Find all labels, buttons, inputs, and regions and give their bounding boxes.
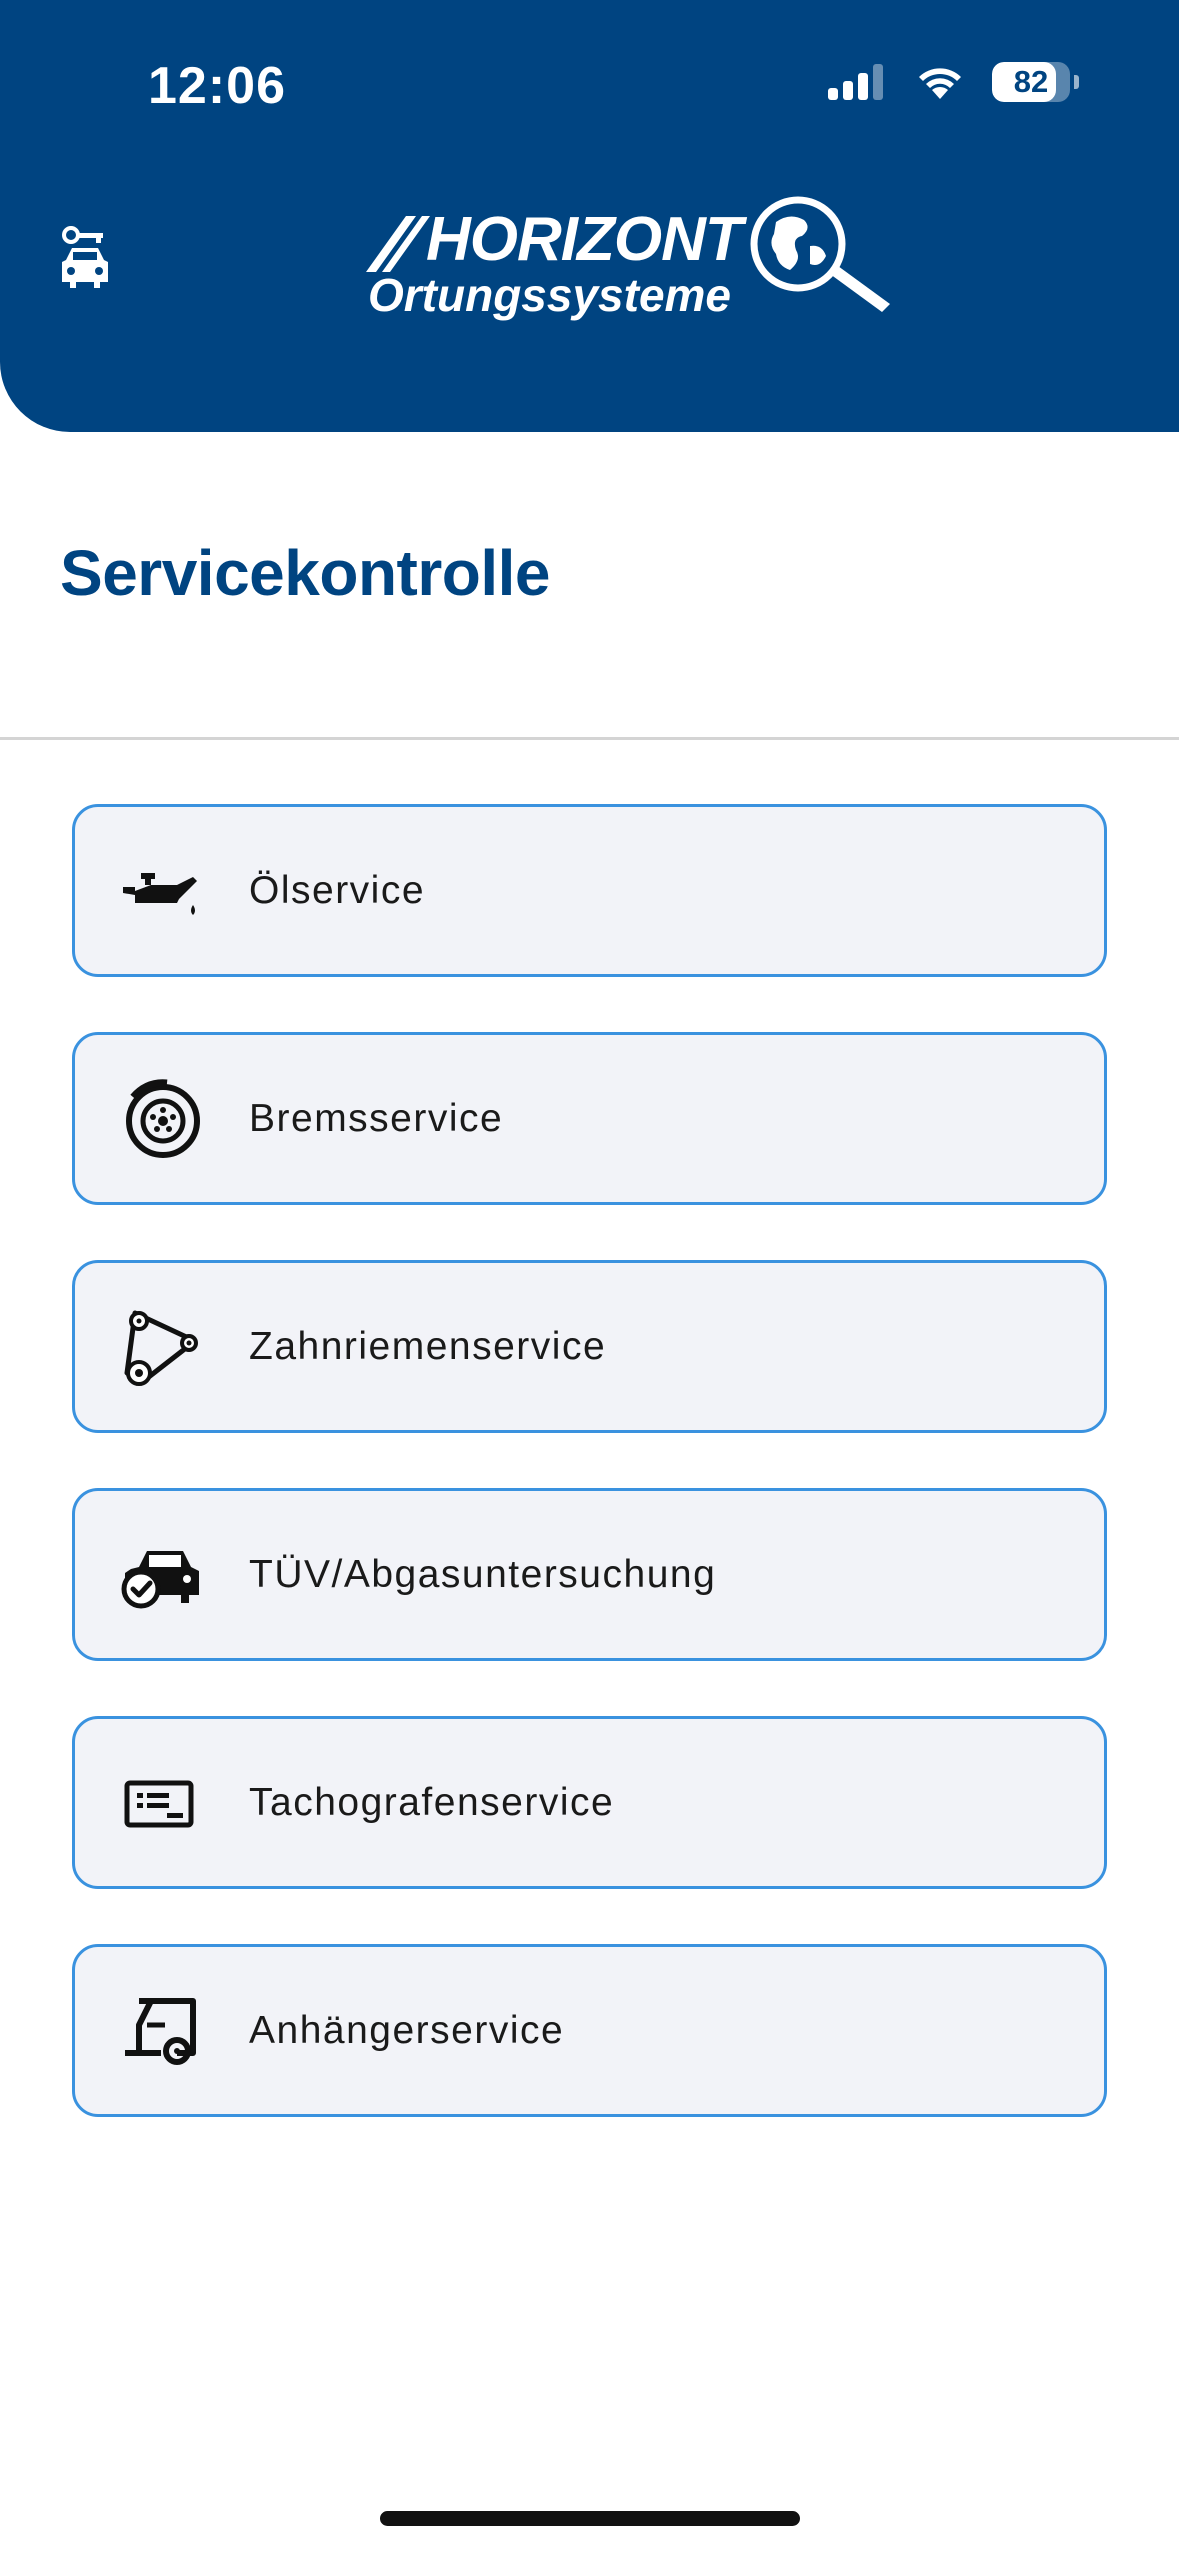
service-item-tachograph[interactable]: Tachografenservice — [72, 1716, 1107, 1889]
service-list: Ölservice Bremsservice Zahnriemenservice — [72, 804, 1107, 2172]
car-key-icon[interactable] — [60, 226, 110, 292]
battery-indicator: 82 — [992, 62, 1070, 102]
page-title: Servicekontrolle — [60, 537, 551, 609]
service-label: Zahnriemenservice — [249, 1324, 607, 1368]
service-label: Ölservice — [249, 868, 426, 912]
horizont-logo: HORIZONT Ortungssysteme — [366, 194, 892, 322]
car-check-icon — [121, 1550, 199, 1608]
service-label: Bremsservice — [249, 1096, 504, 1140]
status-time: 12:06 — [148, 57, 286, 115]
brake-disc-icon — [126, 1078, 200, 1158]
globe-magnifier-icon — [750, 196, 890, 312]
service-item-trailer[interactable]: Anhängerservice — [72, 1944, 1107, 2117]
logo-main-text: HORIZONT — [426, 205, 743, 274]
logo-sub-text: Ortungssysteme — [368, 269, 732, 321]
status-icons: 82 — [828, 62, 1079, 102]
title-divider — [0, 737, 1179, 740]
home-indicator[interactable] — [380, 2511, 800, 2526]
wifi-icon — [919, 68, 961, 99]
timing-belt-icon — [124, 1310, 198, 1386]
tachograph-card-icon — [124, 1780, 194, 1827]
service-item-tuev[interactable]: TÜV/Abgasuntersuchung — [72, 1488, 1107, 1661]
service-item-brake[interactable]: Bremsservice — [72, 1032, 1107, 1205]
oil-can-icon — [123, 872, 197, 915]
battery-percentage: 82 — [1013, 64, 1049, 99]
battery-cap — [1074, 75, 1079, 89]
service-item-timing-belt[interactable]: Zahnriemenservice — [72, 1260, 1107, 1433]
service-item-oil[interactable]: Ölservice — [72, 804, 1107, 977]
cellular-signal-icon — [828, 64, 883, 100]
app-header: 12:06 82 HORIZONT Ortungssysteme — [0, 0, 1179, 432]
service-label: Anhängerservice — [249, 2008, 565, 2052]
service-label: TÜV/Abgasuntersuchung — [249, 1552, 717, 1596]
service-label: Tachografenservice — [249, 1780, 615, 1824]
trailer-icon — [125, 1997, 196, 2065]
